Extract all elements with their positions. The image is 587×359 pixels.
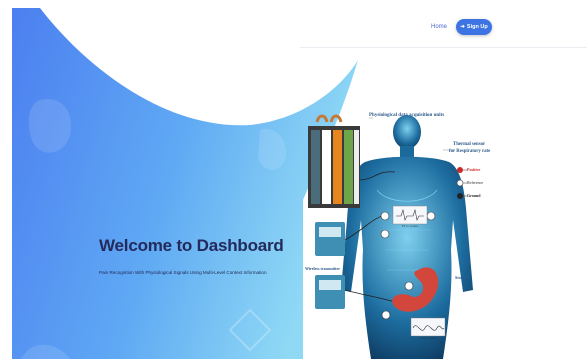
ecg-label-top: ECG waves bbox=[402, 224, 419, 228]
signup-label: Sign Up bbox=[466, 24, 488, 30]
acq-label: Physiological data acquisition units bbox=[369, 113, 445, 118]
page-subtitle: Pain Recognition With Physiological Sign… bbox=[99, 270, 267, 275]
page-title: Welcome to Dashboard bbox=[99, 236, 284, 255]
hero-background bbox=[12, 8, 358, 359]
reference-label: Reference bbox=[467, 180, 484, 185]
nav-home-link[interactable]: Home bbox=[431, 24, 447, 30]
egg-label-bottom: EGG waves bbox=[420, 336, 437, 340]
thermal-label-1: Thermal sensor bbox=[453, 142, 486, 147]
nav-divider bbox=[300, 47, 587, 48]
ground-label: Ground bbox=[467, 193, 481, 198]
signup-button[interactable]: ➜ Sign Up bbox=[456, 19, 492, 35]
positive-label: Positive bbox=[467, 167, 481, 172]
wireless-label: Wireless transmitter bbox=[305, 266, 341, 271]
signup-icon: ➜ bbox=[460, 24, 465, 30]
physiological-signals-illustration: Physiological data acquisition units The… bbox=[303, 110, 490, 359]
thermal-label-2: for Respiratory rate bbox=[449, 149, 491, 154]
acquisition-unit-icon bbox=[308, 114, 360, 208]
stomach-label: Stomach bbox=[455, 275, 471, 280]
top-nav bbox=[0, 18, 587, 40]
